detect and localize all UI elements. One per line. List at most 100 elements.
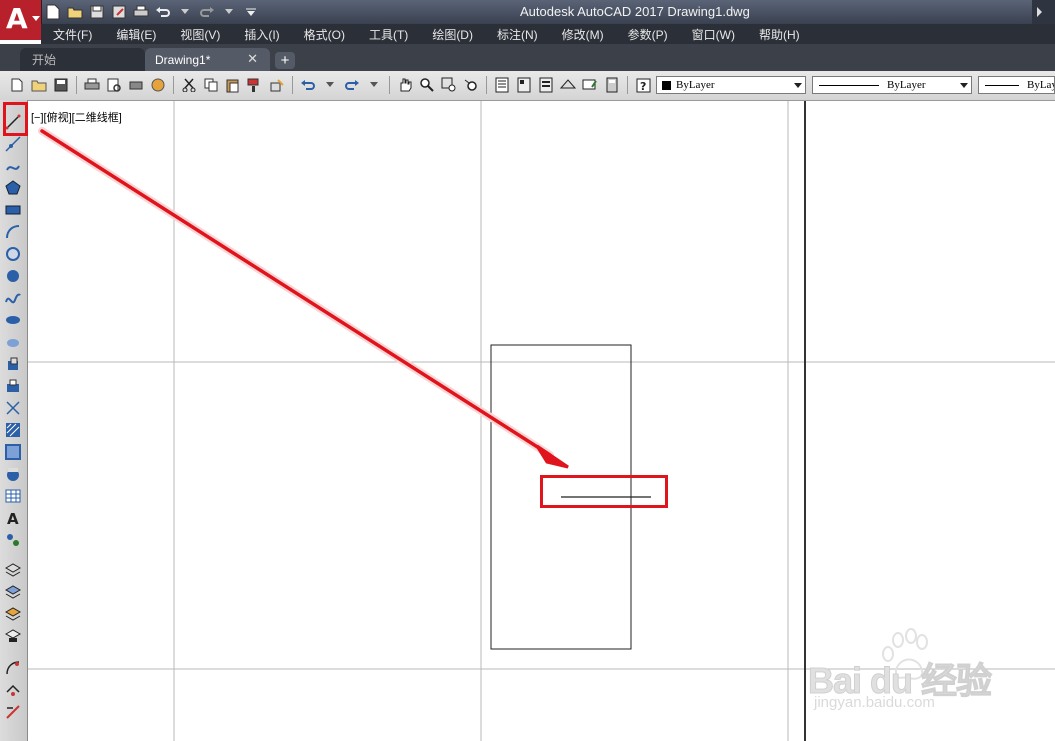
lineweight-combo-value: ByLayer bbox=[1027, 79, 1054, 91]
markup-icon[interactable] bbox=[581, 76, 599, 94]
copy-icon[interactable] bbox=[202, 76, 220, 94]
save-icon[interactable] bbox=[52, 76, 70, 94]
plot-icon[interactable] bbox=[83, 76, 101, 94]
tab-start[interactable]: 开始 bbox=[20, 48, 145, 71]
redo-icon[interactable] bbox=[198, 3, 216, 21]
publish-icon[interactable] bbox=[127, 76, 145, 94]
menu-help[interactable]: 帮助(H) bbox=[747, 26, 812, 43]
close-icon[interactable]: ✕ bbox=[247, 51, 258, 67]
region-icon[interactable] bbox=[4, 465, 22, 483]
save-as-icon[interactable] bbox=[110, 3, 128, 21]
menu-draw[interactable]: 绘图(D) bbox=[420, 26, 485, 43]
new-tab-button[interactable]: + bbox=[275, 52, 295, 69]
print-icon[interactable] bbox=[132, 3, 150, 21]
menu-dimension[interactable]: 标注(N) bbox=[485, 26, 550, 43]
3d-print-icon[interactable] bbox=[149, 76, 167, 94]
viewport-controls-label[interactable]: [−][俯视][二维线框] bbox=[31, 109, 122, 125]
new-icon[interactable] bbox=[8, 76, 26, 94]
quick-access-toolbar bbox=[44, 2, 260, 22]
design-center-icon[interactable] bbox=[515, 76, 533, 94]
circle-icon[interactable] bbox=[4, 245, 22, 263]
draw-toolbar: A bbox=[0, 100, 28, 741]
cut-icon[interactable] bbox=[180, 76, 198, 94]
chevron-down-icon[interactable] bbox=[220, 3, 238, 21]
layer-icon-2[interactable] bbox=[4, 583, 22, 601]
chevron-down-icon[interactable] bbox=[321, 76, 339, 94]
customize-qat-icon[interactable] bbox=[242, 3, 260, 21]
new-icon[interactable] bbox=[44, 3, 62, 21]
save-icon[interactable] bbox=[88, 3, 106, 21]
match-properties-icon[interactable] bbox=[246, 76, 264, 94]
toolbar-icon-group: ? bbox=[8, 76, 652, 94]
menu-tools[interactable]: 工具(T) bbox=[357, 26, 420, 43]
title-bar-controls[interactable] bbox=[1032, 0, 1055, 24]
arc-icon[interactable] bbox=[4, 223, 22, 241]
zoom-realtime-icon[interactable] bbox=[418, 76, 436, 94]
spline-icon[interactable] bbox=[4, 289, 22, 307]
separator bbox=[389, 76, 390, 94]
chevron-down-icon[interactable] bbox=[365, 76, 383, 94]
undo-icon[interactable] bbox=[154, 3, 172, 21]
menu-bar: 文件(F) 编辑(E) 视图(V) 插入(I) 格式(O) 工具(T) 绘图(D… bbox=[41, 24, 1055, 44]
paste-icon[interactable] bbox=[224, 76, 242, 94]
undo-icon[interactable] bbox=[299, 76, 317, 94]
color-combo[interactable]: ByLayer bbox=[656, 76, 806, 94]
help-icon[interactable]: ? bbox=[634, 76, 652, 94]
rectangle-icon[interactable] bbox=[4, 201, 22, 219]
separator bbox=[173, 76, 174, 94]
point-icon[interactable] bbox=[4, 399, 22, 417]
polygon-icon[interactable] bbox=[4, 179, 22, 197]
revision-cloud-icon[interactable] bbox=[4, 267, 22, 285]
application-menu-button[interactable]: A bbox=[0, 0, 42, 40]
menu-file[interactable]: 文件(F) bbox=[41, 26, 104, 43]
tab-start-label: 开始 bbox=[32, 53, 57, 67]
color-combo-value: ByLayer bbox=[676, 79, 715, 91]
make-block-icon[interactable] bbox=[4, 377, 22, 395]
zoom-previous-icon[interactable] bbox=[462, 76, 480, 94]
chevron-down-icon[interactable] bbox=[176, 3, 194, 21]
open-icon[interactable] bbox=[30, 76, 48, 94]
zoom-window-icon[interactable] bbox=[440, 76, 458, 94]
linetype-combo[interactable]: ByLayer bbox=[812, 76, 972, 94]
insert-block-icon[interactable] bbox=[4, 355, 22, 373]
menu-format[interactable]: 格式(O) bbox=[292, 26, 357, 43]
redo-icon[interactable] bbox=[343, 76, 361, 94]
tool-palettes-icon[interactable] bbox=[537, 76, 555, 94]
sheet-set-icon[interactable] bbox=[559, 76, 577, 94]
menu-edit[interactable]: 编辑(E) bbox=[104, 26, 168, 43]
lineweight-sample bbox=[985, 84, 1019, 86]
layer-icon-3[interactable] bbox=[4, 605, 22, 623]
modify-icon-1[interactable] bbox=[4, 659, 22, 677]
ellipse-arc-icon[interactable] bbox=[4, 333, 22, 351]
block-editor-icon[interactable] bbox=[268, 76, 286, 94]
modify-icon-2[interactable] bbox=[4, 681, 22, 699]
open-icon[interactable] bbox=[66, 3, 84, 21]
modify-icon-3[interactable] bbox=[4, 703, 22, 721]
pan-hand-icon[interactable] bbox=[396, 76, 414, 94]
gradient-icon[interactable] bbox=[4, 443, 22, 461]
annotation-highlight-drawn-line bbox=[540, 475, 668, 508]
hatch-icon[interactable] bbox=[4, 421, 22, 439]
layer-icon-1[interactable] bbox=[4, 561, 22, 579]
menu-modify[interactable]: 修改(M) bbox=[550, 26, 616, 43]
menu-insert[interactable]: 插入(I) bbox=[232, 26, 291, 43]
multiline-text-icon[interactable]: A bbox=[4, 509, 22, 527]
tab-drawing1[interactable]: Drawing1* ✕ bbox=[145, 48, 270, 71]
menu-view[interactable]: 视图(V) bbox=[168, 26, 232, 43]
quickcalc-icon[interactable] bbox=[603, 76, 621, 94]
lineweight-combo[interactable]: ByLayer bbox=[978, 76, 1055, 94]
construction-line-icon[interactable] bbox=[4, 135, 22, 153]
polyline-icon[interactable] bbox=[4, 157, 22, 175]
menu-parametric[interactable]: 参数(P) bbox=[616, 26, 680, 43]
menu-window[interactable]: 窗口(W) bbox=[680, 26, 747, 43]
separator bbox=[486, 76, 487, 94]
watermark-url: jingyan.baidu.com bbox=[814, 694, 935, 711]
table-icon[interactable] bbox=[4, 487, 22, 505]
properties-icon[interactable] bbox=[493, 76, 511, 94]
add-selected-icon[interactable] bbox=[4, 531, 22, 549]
annotation-highlight-line-tool bbox=[3, 102, 28, 136]
chevron-down-icon bbox=[32, 16, 40, 21]
layer-icon-4[interactable] bbox=[4, 627, 22, 645]
plot-preview-icon[interactable] bbox=[105, 76, 123, 94]
ellipse-icon[interactable] bbox=[4, 311, 22, 329]
